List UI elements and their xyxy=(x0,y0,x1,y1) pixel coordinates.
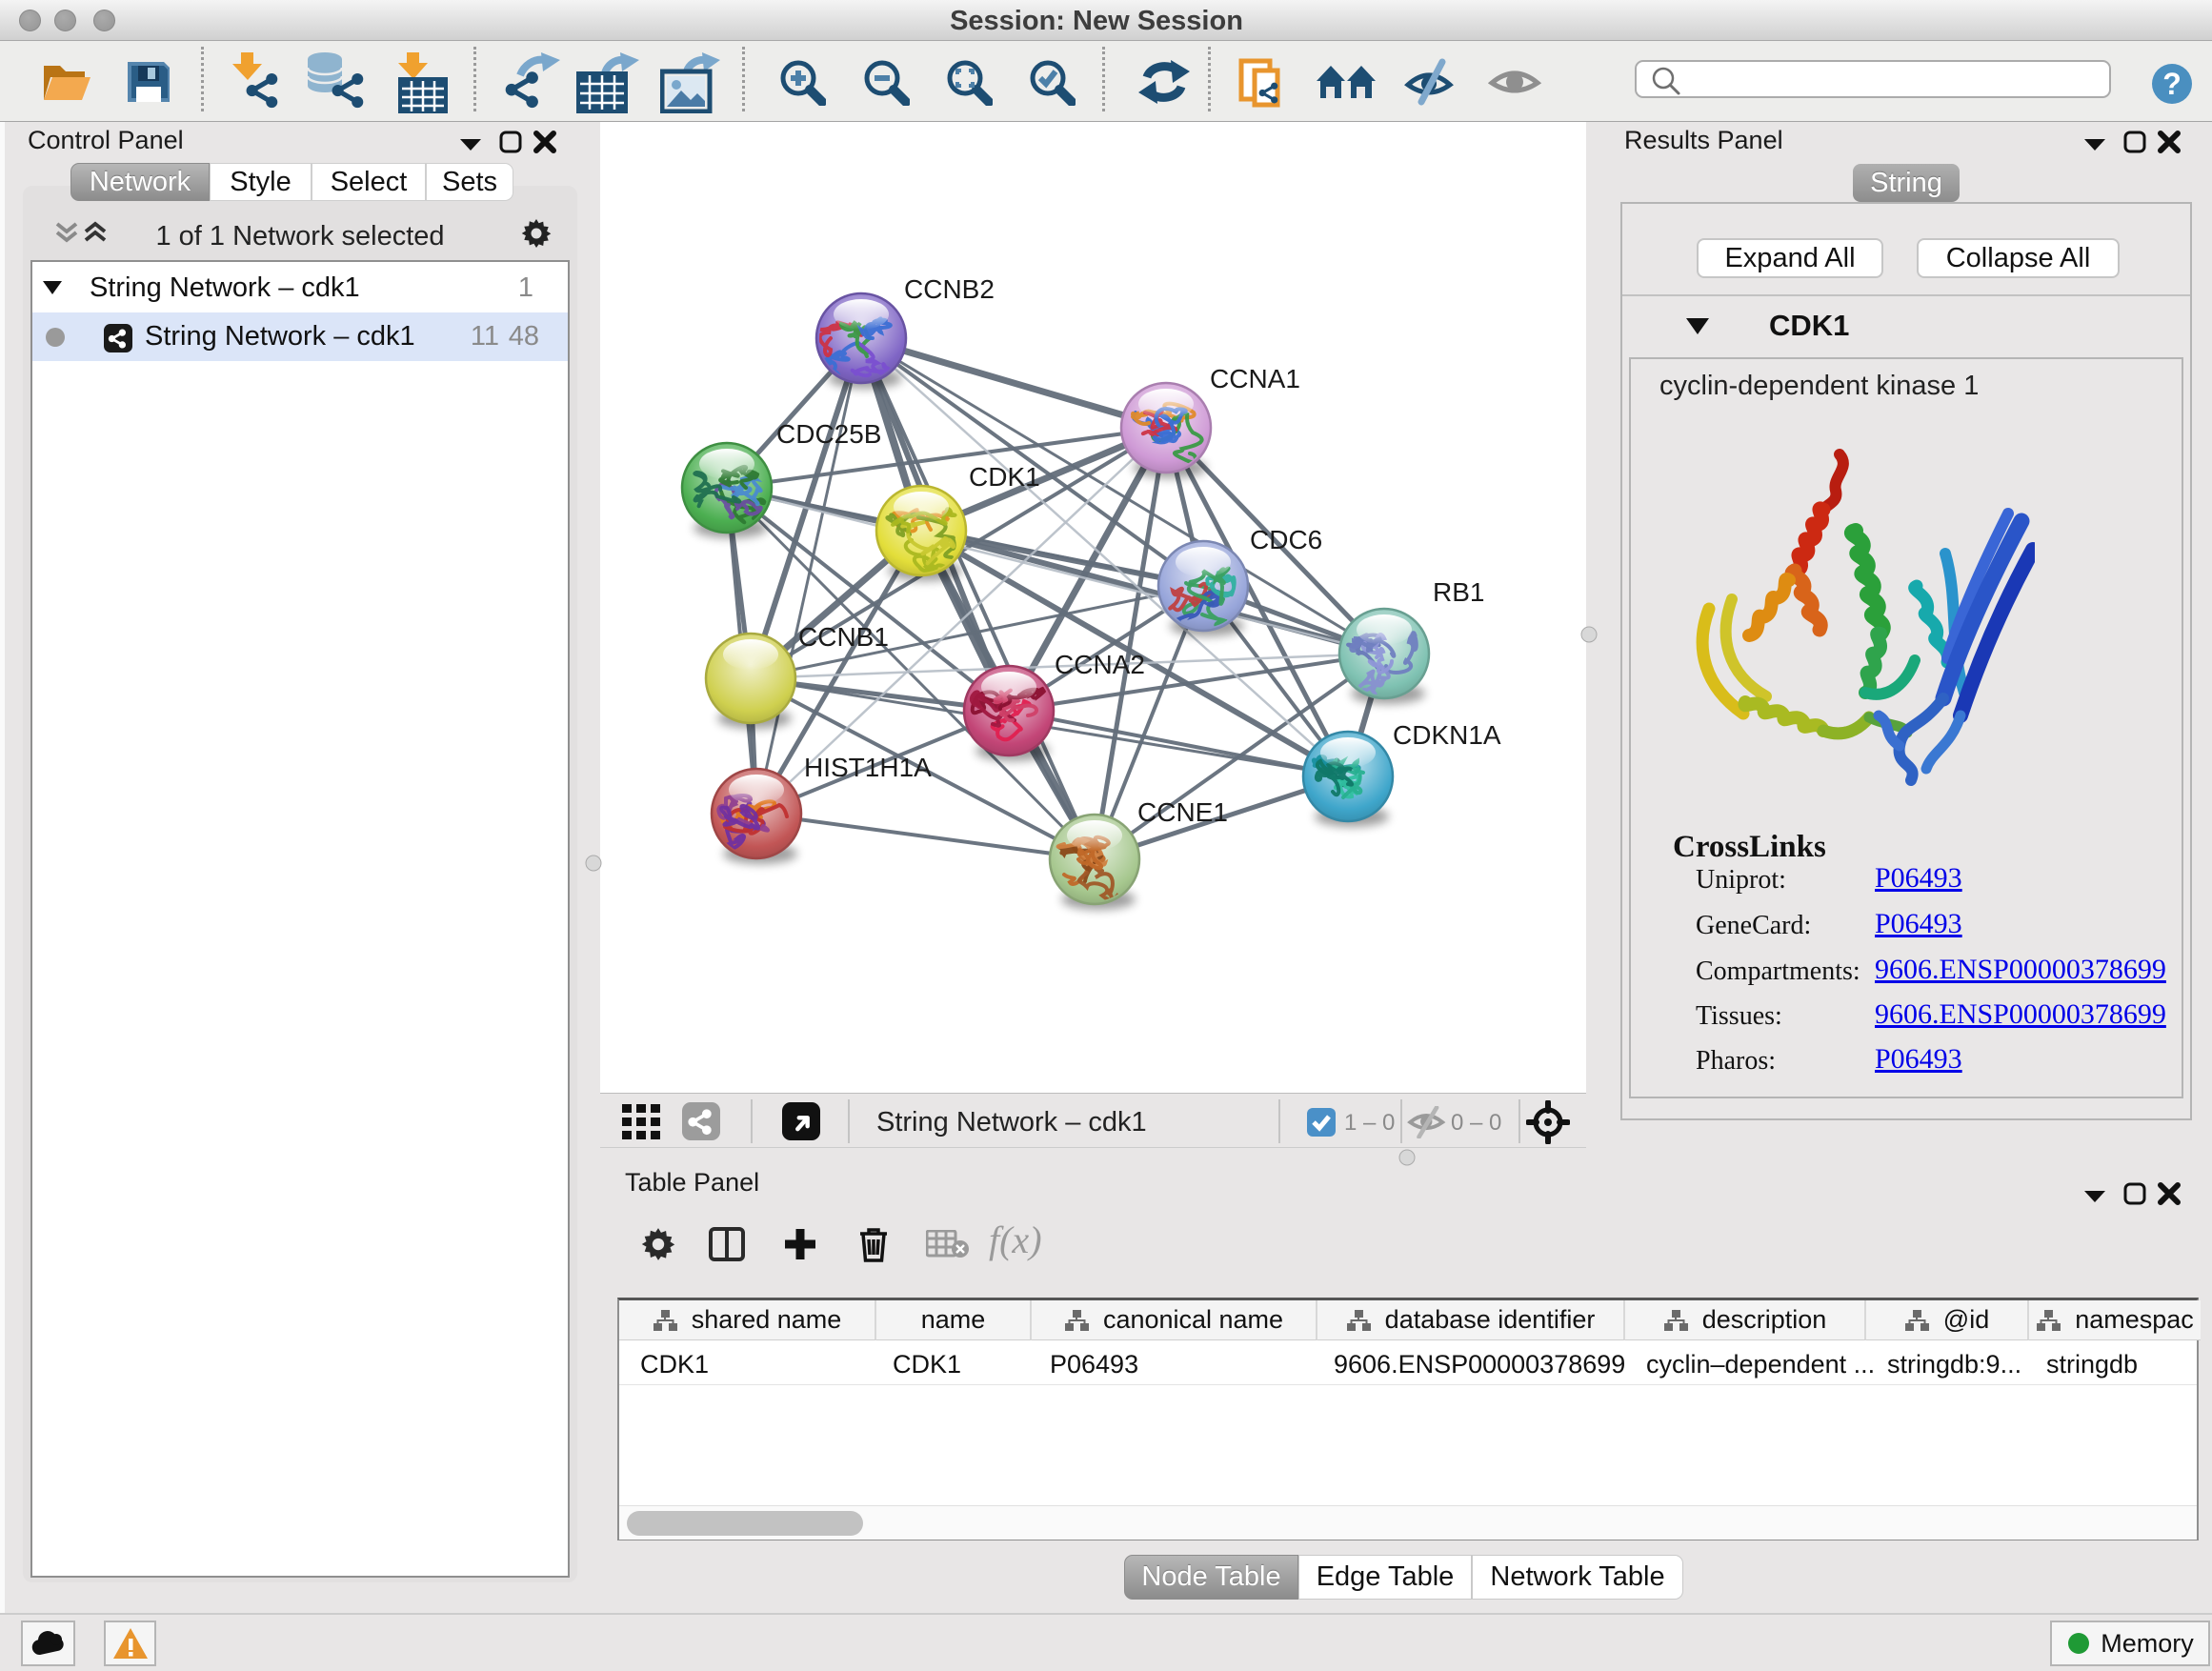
svg-text:CDC25B: CDC25B xyxy=(776,419,881,449)
svg-text:RB1: RB1 xyxy=(1433,577,1484,607)
svg-text:CCNA2: CCNA2 xyxy=(1055,650,1145,679)
svg-text:CCNB1: CCNB1 xyxy=(798,622,889,652)
svg-text:CDC6: CDC6 xyxy=(1250,525,1322,554)
svg-text:CCNB2: CCNB2 xyxy=(904,274,995,304)
svg-text:HIST1H1A: HIST1H1A xyxy=(804,753,932,782)
svg-text:CCNE1: CCNE1 xyxy=(1137,797,1228,827)
svg-text:CDK1: CDK1 xyxy=(969,462,1040,492)
svg-text:CDKN1A: CDKN1A xyxy=(1393,720,1501,750)
svg-text:CCNA1: CCNA1 xyxy=(1210,364,1300,393)
